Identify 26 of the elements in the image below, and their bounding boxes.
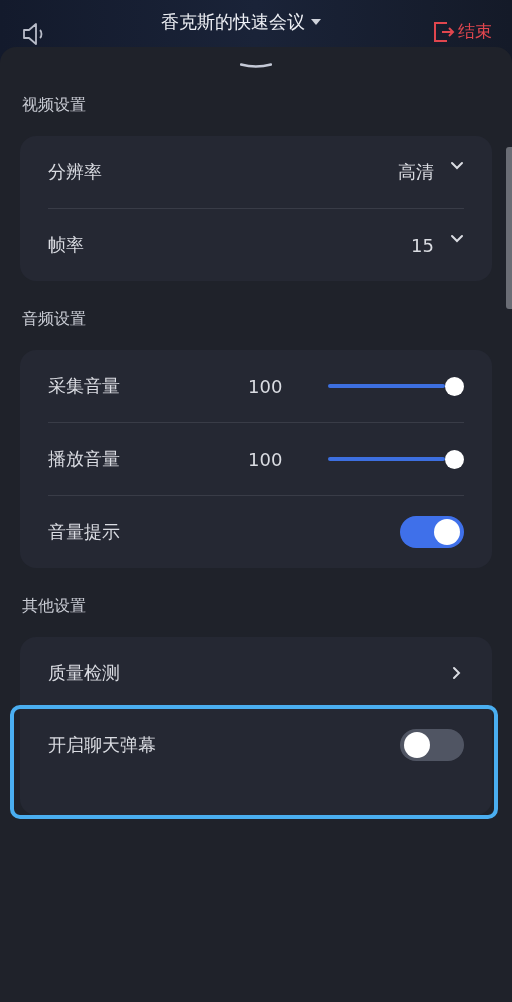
select-value[interactable]: 15 bbox=[411, 234, 434, 256]
volume-slider[interactable] bbox=[328, 376, 464, 396]
setting-label: 开启聊天弹幕 bbox=[48, 733, 157, 757]
setting-label: 帧率 bbox=[48, 233, 85, 257]
volume-reading: 100 bbox=[248, 448, 284, 470]
collapse-handle[interactable] bbox=[240, 63, 272, 69]
slider-thumb[interactable] bbox=[445, 449, 464, 469]
volume-reading: 100 bbox=[248, 375, 284, 397]
toggle-switch[interactable] bbox=[400, 729, 464, 761]
setting-label: 质量检测 bbox=[48, 661, 121, 685]
toggle-switch[interactable] bbox=[400, 516, 464, 548]
caret-icon[interactable] bbox=[310, 19, 321, 25]
volume-slider[interactable] bbox=[328, 449, 464, 469]
select-value[interactable]: 高清 bbox=[398, 160, 434, 184]
scrollbar[interactable] bbox=[506, 147, 512, 309]
section-title: 音频设置 bbox=[22, 309, 87, 330]
setting-label: 分辨率 bbox=[48, 160, 103, 184]
slider-thumb[interactable] bbox=[445, 376, 464, 396]
setting-label: 音量提示 bbox=[48, 520, 121, 544]
setting-label: 采集音量 bbox=[48, 374, 121, 398]
section-title: 其他设置 bbox=[22, 596, 87, 617]
setting-label: 播放音量 bbox=[48, 447, 121, 471]
end-button[interactable]: 结束 bbox=[433, 20, 492, 43]
section-title: 视频设置 bbox=[22, 95, 87, 116]
meeting-title[interactable]: 香克斯的快速会议 bbox=[160, 10, 305, 34]
exit-icon bbox=[433, 20, 455, 43]
